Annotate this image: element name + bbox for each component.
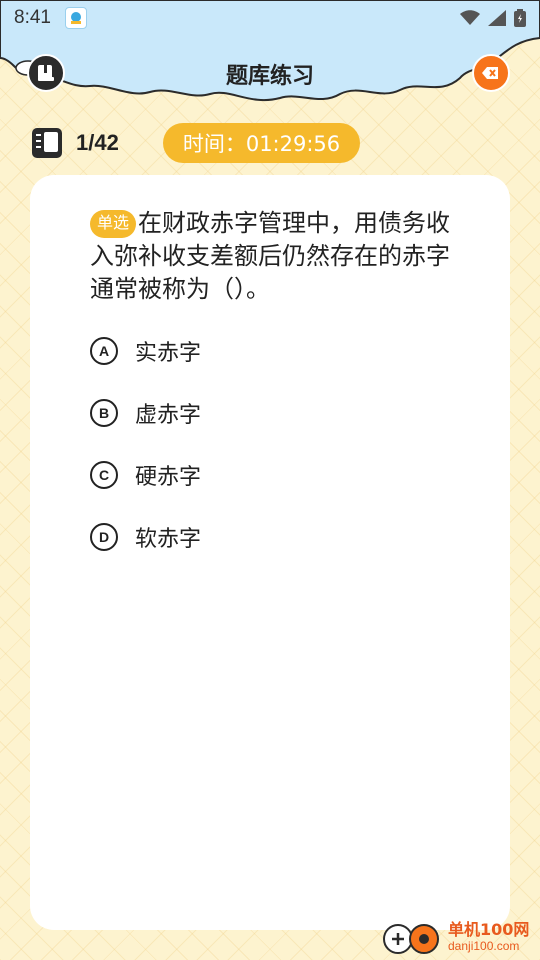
question-text: 在财政赤字管理中，用债务收入弥补收支差额后仍然存在的赤字通常被称为（）。: [90, 209, 451, 303]
watermark-name: 单机100网: [448, 920, 530, 939]
battery-icon: [514, 9, 526, 27]
option-d[interactable]: D 软赤字: [90, 522, 201, 552]
watermark-url: danji100.com: [448, 939, 520, 953]
option-letter: B: [90, 399, 118, 427]
option-letter: C: [90, 461, 118, 489]
option-a[interactable]: A 实赤字: [90, 336, 201, 366]
exit-icon: [482, 67, 498, 79]
option-letter: D: [90, 523, 118, 551]
option-text: 实赤字: [135, 341, 202, 366]
app-notification-icon: [64, 7, 87, 29]
status-bar: 8:41: [0, 0, 540, 36]
app-header: 题库练习: [0, 50, 540, 98]
option-letter: A: [90, 337, 118, 365]
page-title: 题库练习: [225, 64, 314, 89]
option-text: 虚赤字: [135, 403, 202, 428]
signal-icon: [488, 10, 506, 26]
watermark-logo-icon: [383, 924, 439, 954]
option-b[interactable]: B 虚赤字: [90, 398, 201, 428]
timer-badge: 时间：01:29:56: [162, 123, 361, 163]
question-card: 单选 在财政赤字管理中，用债务收入弥补收支差额后仍然存在的赤字通常被称为（）。 A…: [30, 175, 510, 930]
site-watermark: 单机100网 danji100.com: [380, 914, 540, 960]
question-progress: 1/42: [76, 130, 119, 155]
answer-sheet-icon[interactable]: [30, 126, 64, 160]
question-stem: 单选 在财政赤字管理中，用债务收入弥补收支差额后仍然存在的赤字通常被称为（）。: [90, 207, 450, 306]
option-text: 硬赤字: [135, 465, 202, 490]
status-icons: [460, 9, 526, 27]
option-text: 软赤字: [135, 527, 202, 552]
wifi-icon: [460, 10, 480, 25]
exit-button[interactable]: [472, 54, 510, 92]
option-c[interactable]: C 硬赤字: [90, 460, 201, 490]
question-type-tag: 单选: [90, 210, 137, 238]
status-time: 8:41: [14, 7, 51, 28]
progress-row: 1/42 时间：01:29:56: [30, 122, 510, 164]
